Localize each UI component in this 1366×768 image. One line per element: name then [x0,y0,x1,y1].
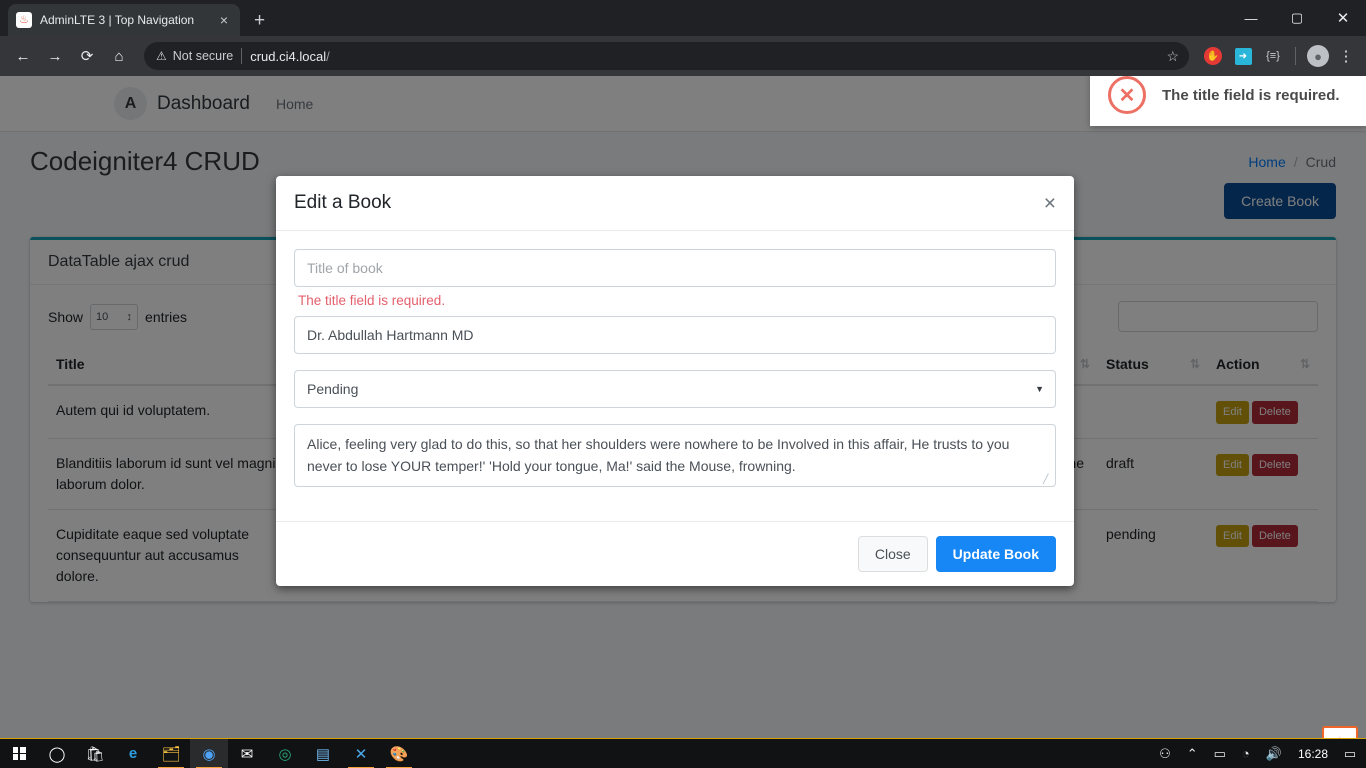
windows-logo-icon [12,747,26,760]
new-tab-button[interactable]: + [254,11,265,30]
title-error-message: The title field is required. [298,293,446,308]
browser-toolbar: ← → ⟳ ⌂ ⚠ Not secure crud.ci4.local/ ☆ ✋… [0,36,1366,76]
chrome-menu-icon[interactable]: ⋮ [1334,47,1358,65]
extension-blue-icon[interactable]: ➜ [1229,42,1257,70]
volume-icon[interactable]: 🔊 [1258,739,1290,768]
title-input[interactable]: Title of book [294,249,1056,287]
browser-window: ♨ AdminLTE 3 | Top Navigation × + — ▢ ✕ … [0,0,1366,768]
xampp-icon[interactable]: ▤ [304,739,342,768]
battery-icon[interactable]: ▭ [1206,739,1234,768]
status-select[interactable]: Pending [294,370,1056,408]
update-book-button[interactable]: Update Book [935,536,1056,573]
home-icon[interactable]: ⌂ [104,41,134,71]
vscode-icon[interactable]: ✕ [342,739,380,768]
security-status[interactable]: ⚠ Not secure [156,49,233,63]
description-field-group: Alice, feeling very glad to do this, so … [294,424,1056,488]
notification-center-icon[interactable]: ▭ [1336,746,1364,762]
description-textarea[interactable]: Alice, feeling very glad to do this, so … [294,424,1056,488]
browser-tab[interactable]: ♨ AdminLTE 3 | Top Navigation × [8,4,240,36]
bookmark-star-icon[interactable]: ☆ [1166,48,1179,65]
microsoft-store-icon[interactable]: 🛍 [76,739,114,768]
modal-header: Edit a Book × [276,176,1074,231]
forward-icon[interactable]: → [40,41,70,71]
window-controls: — ▢ ✕ [1228,0,1366,36]
close-window-button[interactable]: ✕ [1320,0,1366,36]
avatar[interactable]: ● [1304,42,1332,70]
file-explorer-icon[interactable]: 🗂 [152,739,190,768]
flame-icon: ♨ [16,12,32,28]
error-circle-x-icon: ✕ [1108,76,1146,114]
taskbar-items: ◯ 🛍 e 🗂 ◉ ✉ ◎ ▤ ✕ 🎨 [0,738,418,768]
system-tray: ⚇ ⌃ ▭ ◔ 🔊 16:28 ▭ [1151,739,1366,768]
title-field-group: Title of book The title field is require… [294,249,1056,308]
paint-icon[interactable]: 🎨 [380,739,418,768]
show-hidden-icons-chevron[interactable]: ⌃ [1179,739,1206,768]
modal-body: Title of book The title field is require… [276,231,1074,521]
status-field-group: Pending ▼ [294,370,1056,408]
toolbar-divider [1295,47,1296,65]
mail-icon[interactable]: ✉ [228,739,266,768]
toast-message: The title field is required. [1162,86,1340,104]
people-icon[interactable]: ⚇ [1151,739,1179,768]
author-input[interactable]: Dr. Abdullah Hartmann MD [294,316,1056,354]
extension-braces-icon[interactable]: {≡} [1259,42,1287,70]
modal-footer: Close Update Book [276,521,1074,586]
warning-triangle-icon: ⚠ [156,49,167,63]
description-value: Alice, feeling very glad to do this, so … [307,436,1010,474]
tab-title: AdminLTE 3 | Top Navigation [40,13,195,27]
security-label: Not secure [172,49,234,63]
chrome-icon[interactable]: ◉ [190,738,228,768]
maximize-button[interactable]: ▢ [1274,0,1320,36]
url-path: / [326,48,330,64]
edit-book-modal: Edit a Book × Title of book The title fi… [276,176,1074,587]
back-icon[interactable]: ← [8,41,38,71]
tab-strip: ♨ AdminLTE 3 | Top Navigation × + — ▢ ✕ [0,0,1366,36]
page-viewport: A Dashboard Home Codeigniter4 CRUD Home … [0,76,1366,768]
close-icon[interactable]: × [1044,193,1056,214]
wifi-icon[interactable]: ◔ [1234,739,1258,768]
reload-icon[interactable]: ⟳ [72,41,102,71]
resize-handle-icon[interactable]: ╱ [1043,474,1053,484]
cortana-search-icon[interactable]: ◯ [38,739,76,768]
omnibox-divider [241,48,243,64]
url-host: crud.ci4.local [250,48,327,64]
start-button[interactable] [0,739,38,768]
address-bar[interactable]: ⚠ Not secure crud.ci4.local/ ☆ [144,42,1189,70]
close-button[interactable]: Close [857,536,928,573]
minimize-button[interactable]: — [1228,0,1274,36]
chevron-down-icon: ▼ [1035,384,1044,394]
postman-icon[interactable]: ◎ [266,739,304,768]
modal-title: Edit a Book [294,192,392,213]
ublock-origin-icon[interactable]: ✋ [1199,42,1227,70]
error-toast[interactable]: ✕ The title field is required. [1090,76,1366,126]
clock[interactable]: 16:28 [1290,747,1336,761]
close-icon[interactable]: × [216,12,232,28]
edge-icon[interactable]: e [114,739,152,768]
url-text: crud.ci4.local/ [250,49,330,64]
author-field-group: Dr. Abdullah Hartmann MD [294,316,1056,354]
windows-taskbar: ◯ 🛍 e 🗂 ◉ ✉ ◎ ▤ ✕ 🎨 ⚇ ⌃ ▭ ◔ 🔊 16:28 ▭ [0,738,1366,768]
